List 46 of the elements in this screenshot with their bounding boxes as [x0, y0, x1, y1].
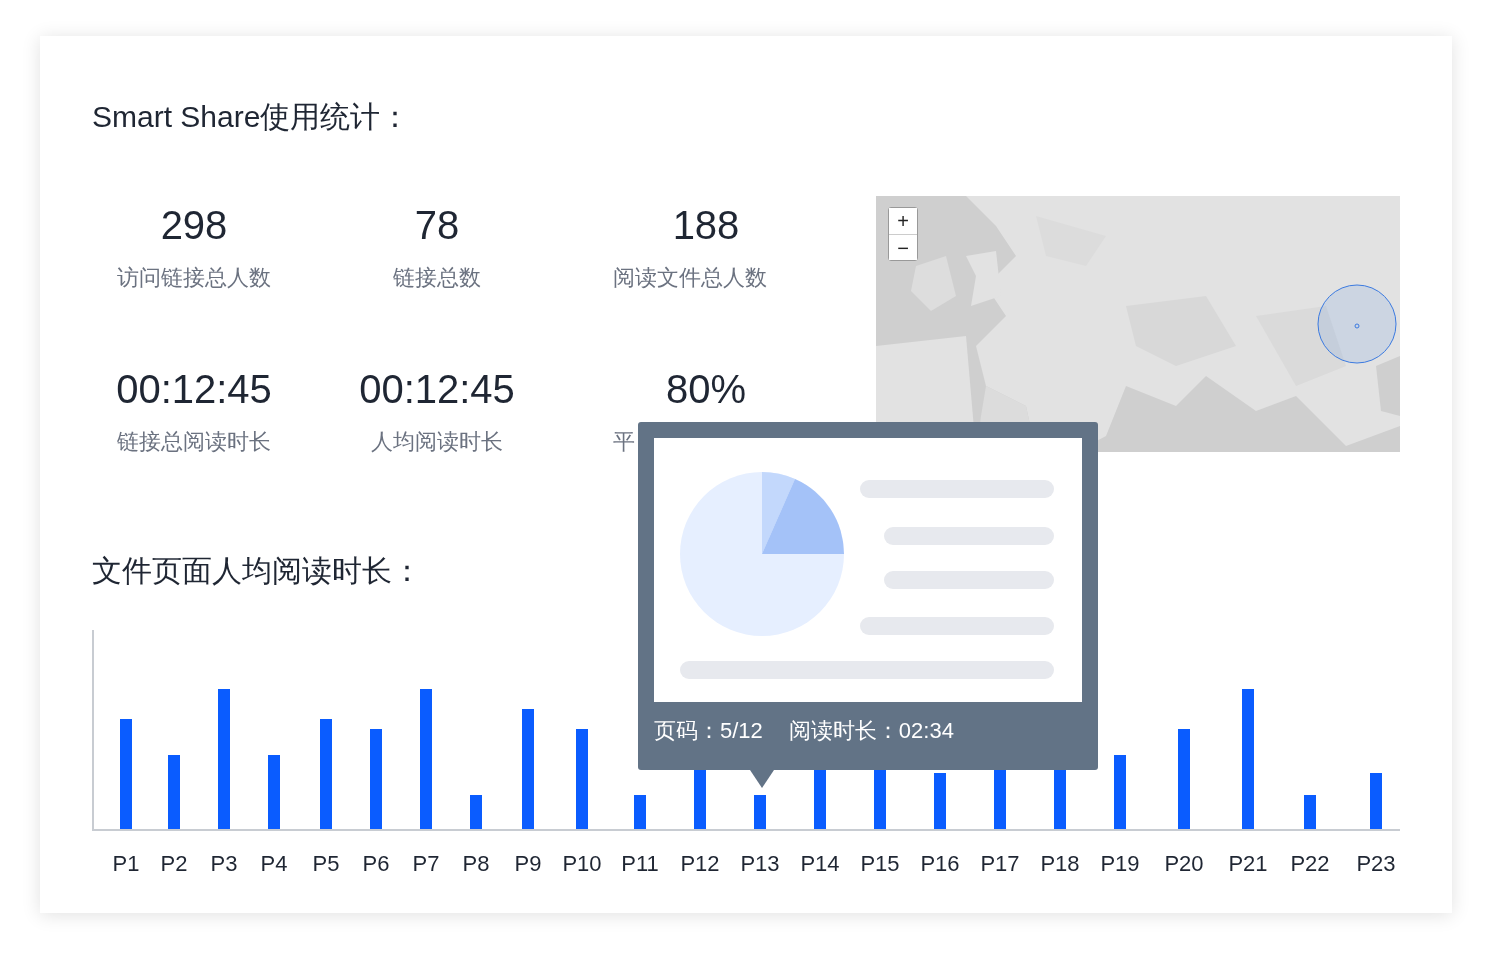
section-title: Smart Share使用统计：	[92, 99, 412, 135]
bar	[934, 773, 946, 829]
axis-label: P18	[1040, 851, 1080, 876]
axis-label: P1	[112, 851, 140, 876]
stat-value: 80%	[665, 366, 747, 413]
axis-label: P5	[312, 851, 340, 876]
axis-label: P13	[740, 851, 780, 876]
read-duration: 阅读时长：02:34	[788, 717, 954, 745]
axis-label: P2	[160, 851, 188, 876]
axis-label: P10	[562, 851, 602, 876]
axis-label: P8	[462, 851, 490, 876]
stat-value: 188	[672, 202, 740, 249]
bar	[1370, 773, 1382, 829]
axis-label: P11	[621, 851, 659, 876]
axis-label: P15	[860, 851, 900, 876]
axis-label: P9	[514, 851, 542, 876]
stat-value: 00:12:45	[116, 366, 272, 413]
axis-label: P7	[412, 851, 440, 876]
bar	[470, 795, 482, 829]
stat-label: 访问链接总人数	[117, 264, 271, 292]
section-title: 文件页面人均阅读时长：	[92, 553, 423, 589]
stat-value: 298	[160, 202, 228, 249]
axis-label: P4	[260, 851, 288, 876]
axis-label: P19	[1100, 851, 1140, 876]
axis-label: P21	[1228, 851, 1268, 876]
stat-label: 人均阅读时长	[371, 428, 503, 456]
stat-label: 平	[613, 428, 635, 456]
axis-label: P22	[1290, 851, 1330, 876]
axis-label: P23	[1356, 851, 1396, 876]
stat-value: 00:12:45	[359, 366, 515, 413]
axis-label: P16	[920, 851, 960, 876]
stat-label: 阅读文件总人数	[613, 264, 767, 292]
axis-label: P6	[362, 851, 390, 876]
axis-label: P3	[210, 851, 238, 876]
axis-label: P14	[800, 851, 840, 876]
stat-value: 78	[414, 202, 460, 249]
axis-label: P12	[680, 851, 720, 876]
bar	[634, 795, 646, 829]
zoom-out-button[interactable]: −	[889, 234, 917, 260]
stat-label: 链接总阅读时长	[117, 428, 271, 456]
page-number: 页码：5/12	[654, 717, 763, 745]
stat-label: 链接总数	[393, 264, 481, 292]
bar	[1304, 795, 1316, 829]
bar	[754, 795, 766, 829]
axis-label: P17	[980, 851, 1020, 876]
axis-label: P20	[1164, 851, 1204, 876]
